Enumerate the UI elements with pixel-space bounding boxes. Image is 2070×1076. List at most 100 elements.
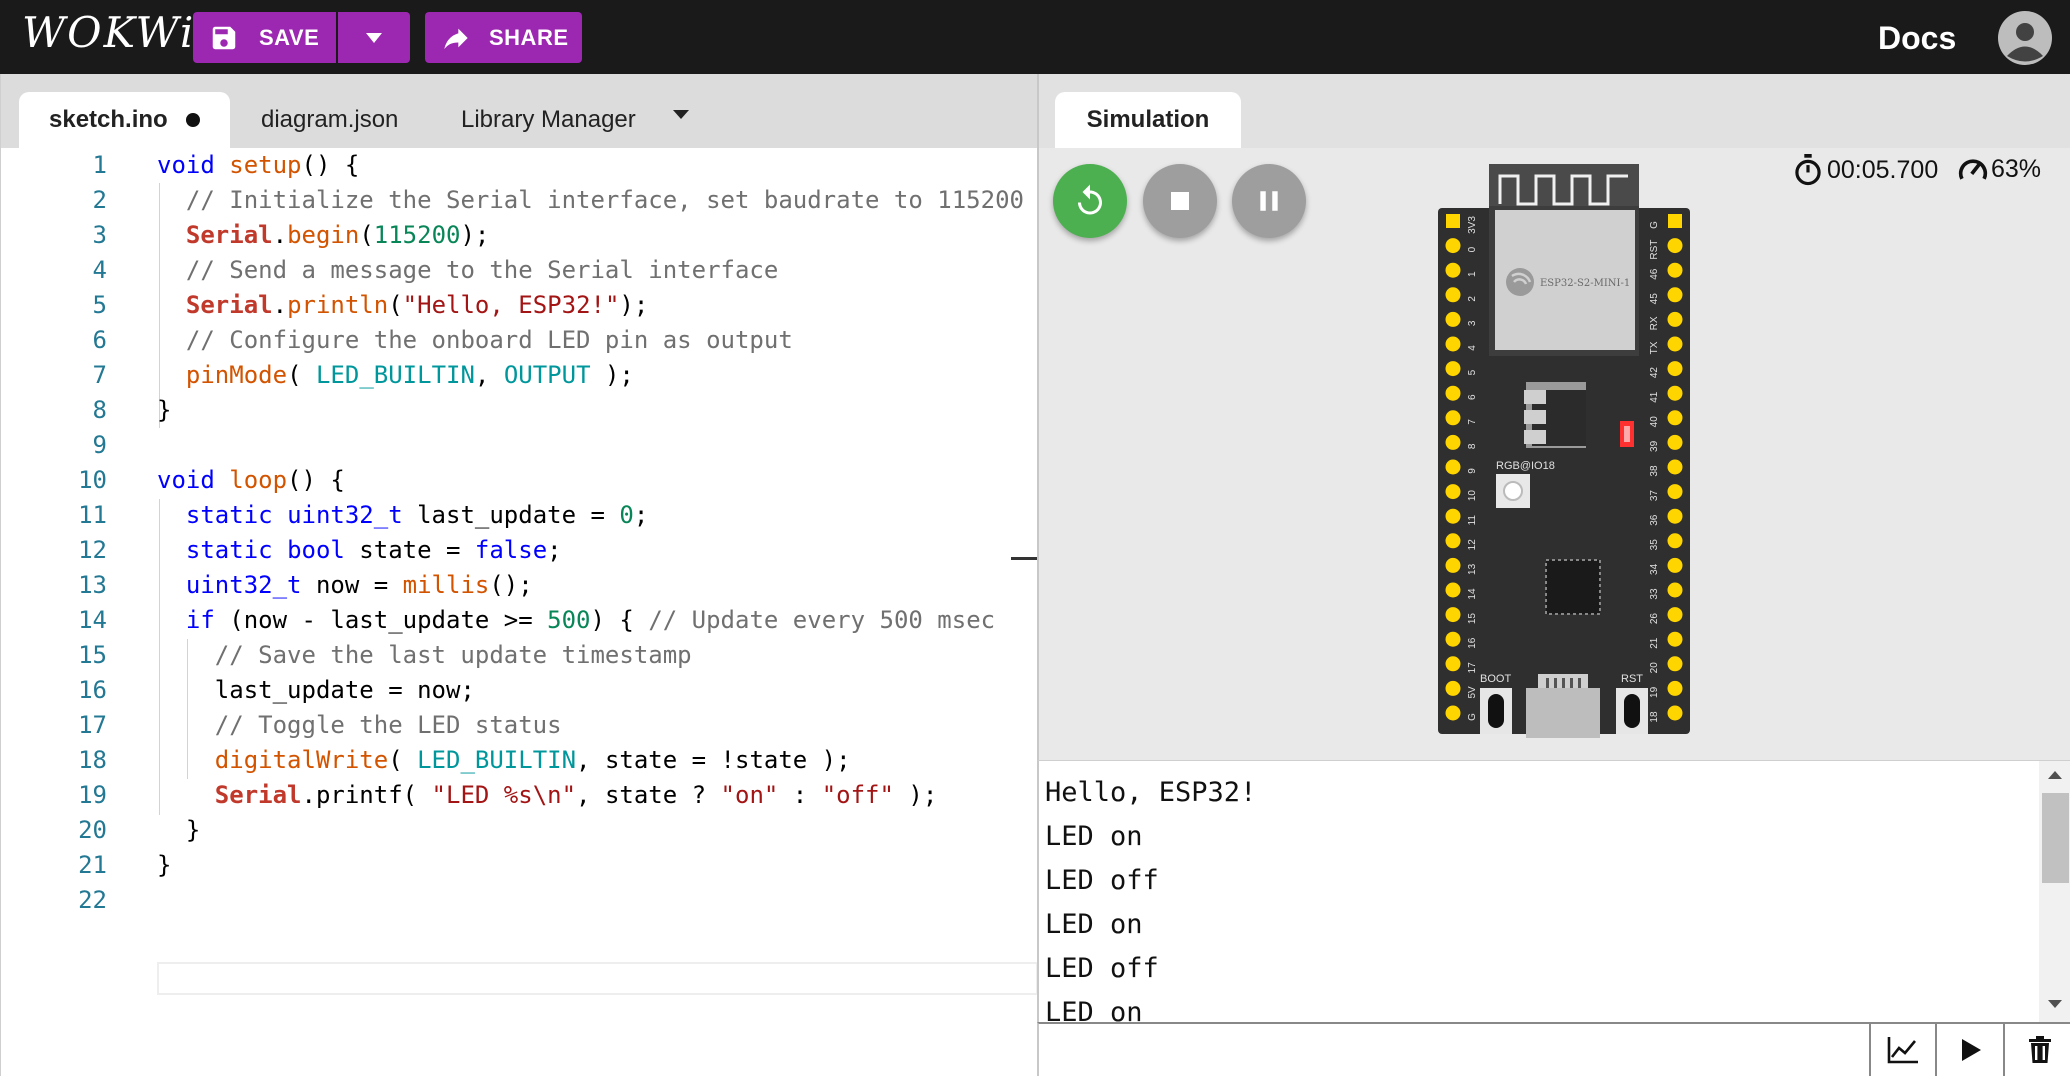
esp32-s2-devkit-board[interactable]: ESP32-S2-MINI-1 RGB@IO18 BOOT RST 3V3012…	[1438, 164, 1690, 738]
line-number: 6	[92, 326, 107, 354]
send-button[interactable]	[1939, 1024, 2005, 1076]
play-icon	[1962, 1039, 1981, 1061]
header-pin[interactable]	[1445, 582, 1461, 598]
header-pin[interactable]	[1667, 434, 1683, 450]
pin-label: 7	[1467, 419, 1478, 425]
header-pin[interactable]	[1445, 459, 1461, 475]
line-number: 15	[78, 641, 107, 669]
header-pin[interactable]	[1446, 214, 1460, 228]
header-pin[interactable]	[1667, 533, 1683, 549]
header-pin[interactable]	[1667, 656, 1683, 672]
header-pin[interactable]	[1667, 484, 1683, 500]
header-pin[interactable]	[1667, 680, 1683, 696]
header-pin[interactable]	[1445, 361, 1461, 377]
pin-label: RST	[1649, 240, 1660, 260]
pin-label: RX	[1649, 316, 1660, 330]
header-pin[interactable]	[1445, 607, 1461, 623]
code-line: pinMode( LED_BUILTIN, OUTPUT );	[185, 361, 634, 389]
docs-link[interactable]: Docs	[1878, 20, 1956, 57]
pause-simulation-button[interactable]	[1232, 164, 1306, 238]
pause-icon	[1260, 191, 1278, 211]
pin-label: 37	[1649, 490, 1660, 502]
share-button-label: SHARE	[489, 24, 569, 50]
header-pin[interactable]	[1667, 631, 1683, 647]
tab-library-manager[interactable]: Library Manager	[461, 92, 636, 148]
header-pin[interactable]	[1667, 508, 1683, 524]
pin-label: 5V	[1467, 686, 1478, 699]
code-line: digitalWrite( LED_BUILTIN, state = !stat…	[214, 746, 851, 774]
user-avatar[interactable]	[1998, 11, 2052, 65]
header-pin[interactable]	[1445, 680, 1461, 696]
header-pin[interactable]	[1667, 459, 1683, 475]
tabs-menu-caret-icon[interactable]	[673, 110, 689, 119]
line-number: 7	[92, 361, 107, 389]
header-pin[interactable]	[1445, 484, 1461, 500]
header-pin[interactable]	[1667, 287, 1683, 303]
header-pin[interactable]	[1445, 631, 1461, 647]
header-pin[interactable]	[1667, 238, 1683, 254]
user-icon	[2007, 23, 2043, 62]
trash-icon	[2029, 1036, 2051, 1063]
serial-line: LED on	[1045, 821, 1143, 852]
unsaved-dot-icon	[185, 113, 200, 127]
stop-simulation-button[interactable]	[1143, 164, 1217, 238]
scroll-down-arrow-icon[interactable]	[2048, 1000, 2062, 1008]
pin-label: 17	[1467, 662, 1478, 674]
scroll-up-arrow-icon[interactable]	[2048, 771, 2062, 779]
header-pin[interactable]	[1667, 557, 1683, 573]
header-pin[interactable]	[1445, 508, 1461, 524]
restart-icon	[1078, 184, 1102, 215]
save-options-dropdown[interactable]	[338, 12, 410, 63]
serial-monitor-output[interactable]: Hello, ESP32! LED on LED off LED on LED …	[1037, 760, 2070, 1022]
speedometer-icon	[1958, 159, 1988, 180]
timer-value: 00:05.700	[1827, 155, 1939, 184]
header-pin[interactable]	[1445, 287, 1461, 303]
header-pin[interactable]	[1445, 336, 1461, 352]
tab-diagram-json[interactable]: diagram.json	[261, 92, 398, 148]
header-pin[interactable]	[1667, 361, 1683, 377]
header-pin[interactable]	[1445, 311, 1461, 327]
clear-serial-button[interactable]	[2007, 1024, 2070, 1076]
floppy-disk-icon	[212, 26, 236, 49]
header-pin[interactable]	[1667, 410, 1683, 426]
header-pin[interactable]	[1445, 434, 1461, 450]
header-pin[interactable]	[1668, 214, 1682, 228]
line-number: 12	[78, 536, 107, 564]
wokwi-logo[interactable]: WOKWi	[22, 8, 195, 57]
header-pin[interactable]	[1667, 582, 1683, 598]
header-pin[interactable]	[1667, 262, 1683, 278]
top-bar: WOKWi SAVE SHARE Docs	[0, 0, 2070, 74]
tab-simulation[interactable]: Simulation	[1055, 92, 1241, 148]
serial-line: LED on	[1045, 997, 1143, 1022]
header-pin[interactable]	[1445, 238, 1461, 254]
header-pin[interactable]	[1445, 557, 1461, 573]
pane-resize-handle[interactable]	[1011, 557, 1038, 560]
pin-label: 41	[1649, 391, 1660, 403]
header-pin[interactable]	[1445, 533, 1461, 549]
header-pin[interactable]	[1445, 262, 1461, 278]
header-pin[interactable]	[1445, 656, 1461, 672]
editor-pane: sketch.ino diagram.json Library Manager …	[0, 74, 1038, 1076]
pin-label: TX	[1649, 341, 1660, 354]
serial-input-field[interactable]	[1039, 1024, 1871, 1076]
header-pin[interactable]	[1667, 385, 1683, 401]
header-pin[interactable]	[1667, 705, 1683, 721]
pin-label: 1	[1467, 271, 1478, 277]
serial-scrollbar-thumb[interactable]	[2042, 793, 2069, 883]
pin-label: 46	[1649, 268, 1660, 280]
serial-line: Hello, ESP32!	[1045, 777, 1257, 808]
tab-sketch-ino[interactable]: sketch.ino	[19, 92, 230, 148]
header-pin[interactable]	[1667, 311, 1683, 327]
header-pin[interactable]	[1445, 385, 1461, 401]
header-pin[interactable]	[1667, 336, 1683, 352]
share-button[interactable]: SHARE	[425, 12, 582, 63]
save-button[interactable]: SAVE	[193, 12, 336, 63]
restart-simulation-button[interactable]	[1053, 164, 1127, 238]
plotter-button[interactable]	[1871, 1024, 1937, 1076]
header-pin[interactable]	[1667, 607, 1683, 623]
header-pin[interactable]	[1445, 410, 1461, 426]
code-editor[interactable]: 1 void setup() { 2 // Initialize the Seri…	[1, 148, 1038, 1076]
save-button-label: SAVE	[259, 24, 320, 50]
header-pin[interactable]	[1445, 705, 1461, 721]
pin-label: G	[1467, 713, 1478, 721]
